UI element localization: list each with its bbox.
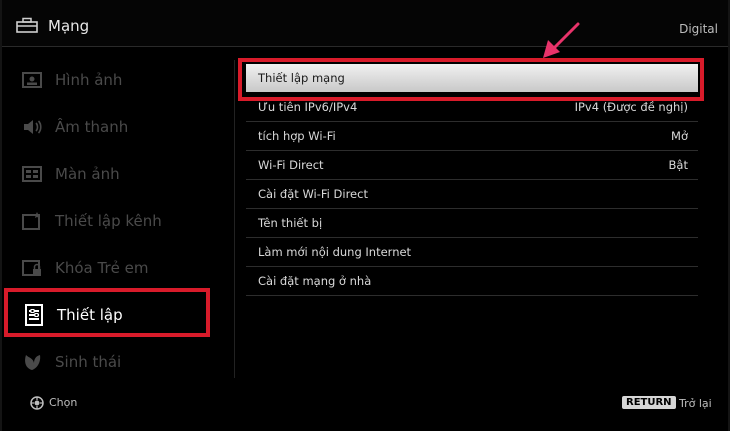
menu-item-home-network-setup[interactable]: Cài đặt mạng ở nhà bbox=[246, 267, 698, 296]
sidebar-item-label: Hình ảnh bbox=[55, 70, 123, 89]
tv-screen: Mạng Digital Hình ảnh Âm thanh Màn ảnh T… bbox=[2, 0, 728, 431]
menu-item-value: Bật bbox=[668, 158, 688, 172]
input-source-label: Digital bbox=[679, 22, 718, 36]
menu-item-value: Mở bbox=[671, 129, 688, 143]
select-hint-label: Chọn bbox=[49, 396, 78, 409]
sidebar-item-eco[interactable]: Sinh thái bbox=[2, 338, 210, 385]
pointer-arrow-icon bbox=[543, 22, 580, 58]
network-toolbox-icon bbox=[16, 17, 38, 33]
sidebar-item-channel-setup[interactable]: Thiết lập kênh bbox=[2, 197, 210, 244]
sidebar-item-label: Sinh thái bbox=[55, 352, 122, 371]
menu-item-device-name[interactable]: Tên thiết bị bbox=[246, 209, 698, 238]
sidebar-item-label: Màn ảnh bbox=[55, 164, 120, 183]
menu-item-label: tích hợp Wi-Fi bbox=[258, 129, 336, 143]
menu-item-label: Tên thiết bị bbox=[258, 216, 323, 230]
sidebar-item-label: Âm thanh bbox=[55, 117, 129, 136]
speaker-icon bbox=[21, 116, 43, 138]
parental-lock-icon bbox=[21, 257, 43, 279]
sidebar-item-parental-lock[interactable]: Khóa Trẻ em bbox=[2, 244, 210, 291]
screen-icon bbox=[21, 163, 43, 185]
sidebar-item-screen[interactable]: Màn ảnh bbox=[2, 150, 210, 197]
menu-item-built-in-wifi[interactable]: tích hợp Wi-Fi Mở bbox=[246, 122, 698, 151]
return-key-badge[interactable]: RETURN bbox=[622, 396, 676, 409]
return-hint-label: Trở lại bbox=[679, 397, 712, 410]
menu-item-refresh-internet-content[interactable]: Làm mới nội dung Internet bbox=[246, 238, 698, 267]
picture-icon bbox=[21, 69, 43, 91]
menu-item-label: Làm mới nội dung Internet bbox=[258, 245, 412, 259]
sidebar-item-label: Thiết lập kênh bbox=[55, 211, 162, 230]
menu-item-value: IPv4 (Được đề nghị) bbox=[574, 100, 688, 114]
network-setup-highlight-frame bbox=[238, 58, 704, 101]
menu-item-label: Wi-Fi Direct bbox=[258, 158, 324, 172]
menu-item-wifi-direct[interactable]: Wi-Fi Direct Bật bbox=[246, 151, 698, 180]
dpad-select-icon bbox=[30, 396, 44, 410]
menu-item-label: Ưu tiên IPv6/IPv4 bbox=[258, 100, 358, 114]
sidebar-item-sound[interactable]: Âm thanh bbox=[2, 103, 210, 150]
footer: Chọn RETURN Trở lại bbox=[2, 388, 728, 431]
sidebar-item-label: Khóa Trẻ em bbox=[55, 258, 149, 277]
header: Mạng Digital bbox=[2, 0, 728, 47]
menu-item-label: Cài đặt Wi-Fi Direct bbox=[258, 187, 368, 201]
settings-highlight-frame bbox=[4, 288, 210, 337]
menu-item-wifi-direct-settings[interactable]: Cài đặt Wi-Fi Direct bbox=[246, 180, 698, 209]
menu-item-label: Cài đặt mạng ở nhà bbox=[258, 274, 372, 288]
eco-icon bbox=[21, 351, 43, 373]
channel-setup-icon bbox=[21, 210, 43, 232]
page-title: Mạng bbox=[48, 17, 90, 35]
panel-divider bbox=[234, 60, 235, 378]
sidebar-item-picture[interactable]: Hình ảnh bbox=[2, 56, 210, 103]
